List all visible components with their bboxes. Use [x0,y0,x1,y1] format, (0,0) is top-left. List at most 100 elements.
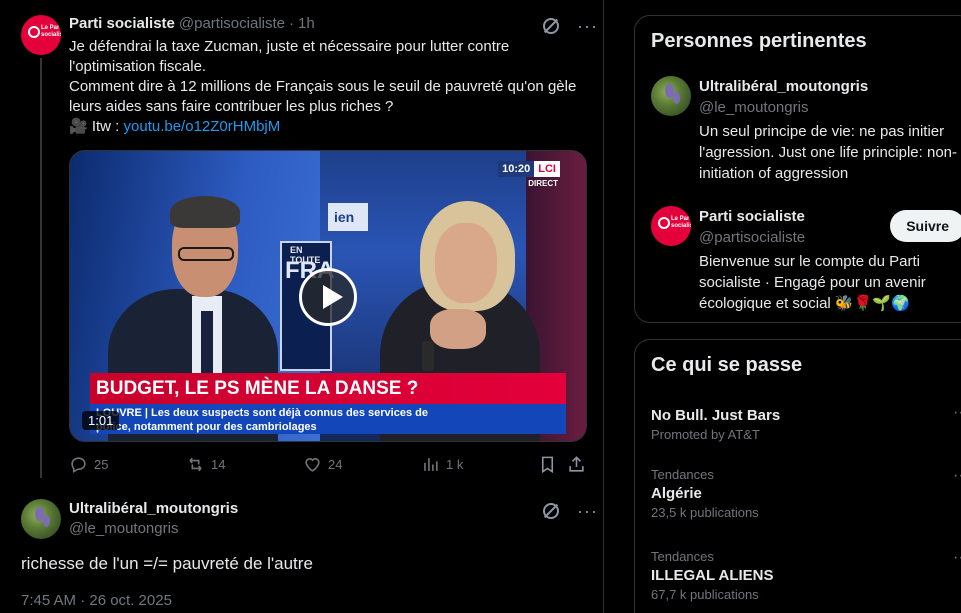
relevant-people-title: Personnes pertinentes [651,30,867,52]
trending-title: Ce qui se passe [651,354,803,376]
man-hair [170,196,240,228]
trend-sub: 23,5 k publications [651,505,759,520]
like-icon [305,458,320,472]
avatar[interactable] [21,499,61,539]
person-handle[interactable]: @le_moutongris [699,99,808,116]
tweet-line: 🎥 Itw : youtu.be/o12Z0rHMbjM [69,117,599,137]
tweet-time[interactable]: 1h [298,15,315,32]
trending-card: Ce qui se passe No Bull. Just Bars Promo… [634,339,961,613]
author-name[interactable]: Parti socialiste [69,15,175,32]
person-name[interactable]: Parti socialiste [699,208,805,225]
tweet-timestamp[interactable]: 7:45 AM · 26 oct. 2025 [21,592,172,609]
ticker-line: police, notamment pour des cambriolages [96,421,317,433]
woman-hands [430,309,486,349]
separator: · [289,15,294,32]
person-bio: Bienvenue sur le compte du Parti sociali… [699,251,961,314]
share-icon [569,456,584,472]
studio-panel-small: ien [328,203,368,231]
thread-line [40,58,42,478]
more-icon[interactable]: ··· [953,549,961,567]
trend-name: ILLEGAL ALIENS [651,567,774,584]
man-tie [201,311,213,381]
tweet-line: leurs aides sans faire contribuer les pl… [69,98,394,115]
trend-item[interactable]: Tendances Algérie 23,5 k publications ··… [651,467,961,520]
views-icon [424,458,438,471]
author-name[interactable]: Ultralibéral_moutongris [69,500,238,517]
reply-icon [71,457,86,474]
grok-icon[interactable] [543,18,559,34]
views-button[interactable]: 1 k [421,455,463,474]
bio-line: écologique et social 🐝🌹🌱🌍 [699,295,910,312]
video-duration: 1:01 [82,411,120,430]
timeline-column: Le Parti socialiste Parti socialiste @pa… [0,0,604,613]
bio-line: Un seul principe de vie: ne pas initier [699,123,945,140]
tweet-line: Comment dire à 12 millions de Français s… [69,78,577,95]
retweet-button[interactable]: 14 [186,455,225,474]
more-icon[interactable]: ··· [953,404,961,422]
author-handle[interactable]: @le_moutongris [69,520,178,537]
trend-sub: Promoted by AT&T [651,427,760,442]
ticker-line: Les deux suspects sont déjà connus des s… [151,407,428,419]
tweet-subheader: @le_moutongris [69,520,178,537]
ps-logo-icon: Le Parti socialiste [28,22,61,48]
itw-prefix: 🎥 Itw : [69,118,124,135]
tweet-actions: 25 14 24 1 k [69,455,587,477]
bookmark-button[interactable] [538,455,557,474]
grok-icon[interactable] [543,503,559,519]
trend-sub: 67,7 k publications [651,587,759,602]
broadcast-clock: 10:20 [498,161,535,177]
trend-meta: Tendances [651,549,714,564]
woman-head [435,223,497,303]
ps-logo-text: Le Parti socialiste [41,25,61,38]
bookmark-icon [541,456,554,474]
panel-small-text: ien [334,209,355,225]
ps-logo-icon: Le Parti socialiste [658,213,691,239]
follow-button[interactable]: Suivre [890,210,961,242]
tweet-line: l'optimisation fiscale. [69,58,207,75]
avatar[interactable]: Le Parti socialiste [651,206,691,246]
more-icon[interactable]: ··· [577,502,598,520]
person-bio: Un seul principe de vie: ne pas initier … [699,121,961,184]
trend-item[interactable]: Tendances ILLEGAL ALIENS 67,7 k publicat… [651,549,961,602]
reply-count: 25 [94,457,109,472]
reply-button[interactable]: 25 [69,455,108,474]
bio-line: l'agression. Just one life principle: no… [699,144,958,161]
tweet-header-actions: ··· [543,502,598,520]
bio-line: socialiste · Engagé pour un avenir [699,274,926,291]
retweet-icon [189,457,202,472]
person-handle[interactable]: @partisocialiste [699,229,805,246]
bio-line: Bienvenue sur le compte du Parti [699,253,920,270]
trend-name: Algérie [651,485,702,502]
video-player[interactable]: EN TOUTE FRA ien 10:20 LCI DIRECT BUDGET… [69,150,587,442]
relevant-people-card: Personnes pertinentes Ultralibéral_mouto… [634,15,961,323]
video-link[interactable]: youtu.be/o12Z0rHMbjM [124,118,281,135]
trend-item[interactable]: No Bull. Just Bars Promoted by AT&T ··· [651,404,961,442]
trend-meta: Tendances [651,467,714,482]
retweet-count: 14 [211,457,226,472]
more-icon[interactable]: ··· [953,467,961,485]
lci-logo: LCI [534,161,560,177]
more-icon[interactable]: ··· [577,17,598,35]
live-label: DIRECT [528,179,558,188]
right-sidebar: Personnes pertinentes Ultralibéral_mouto… [634,0,961,613]
tweet-header: Parti socialiste @partisocialiste · 1h [69,15,315,32]
tweet-text: Je défendrai la taxe Zucman, juste et né… [69,37,599,137]
like-count: 24 [328,457,343,472]
channel-logo: 10:20 LCI [498,161,560,177]
trend-name: No Bull. Just Bars [651,407,781,424]
news-banner: BUDGET, LE PS MÈNE LA DANSE ? [90,373,566,404]
tweet-partisocialiste[interactable]: Le Parti socialiste Parti socialiste @pa… [0,0,603,487]
ps-logo-text: Le Parti socialiste [671,216,691,229]
person-name[interactable]: Ultralibéral_moutongris [699,78,868,95]
play-icon[interactable] [299,268,357,326]
avatar[interactable] [651,76,691,116]
avatar[interactable]: Le Parti socialiste [21,15,61,55]
views-count: 1 k [446,457,464,472]
tweet-header-actions: ··· [543,17,598,35]
tweet-header: Ultralibéral_moutongris [69,500,238,517]
reply-text: richesse de l'un =/= pauvreté de l'autre [21,554,313,573]
share-button[interactable] [567,455,586,474]
author-handle[interactable]: @partisocialiste [179,15,285,32]
tweet-line: Je défendrai la taxe Zucman, juste et né… [69,38,510,55]
like-button[interactable]: 24 [303,455,342,474]
